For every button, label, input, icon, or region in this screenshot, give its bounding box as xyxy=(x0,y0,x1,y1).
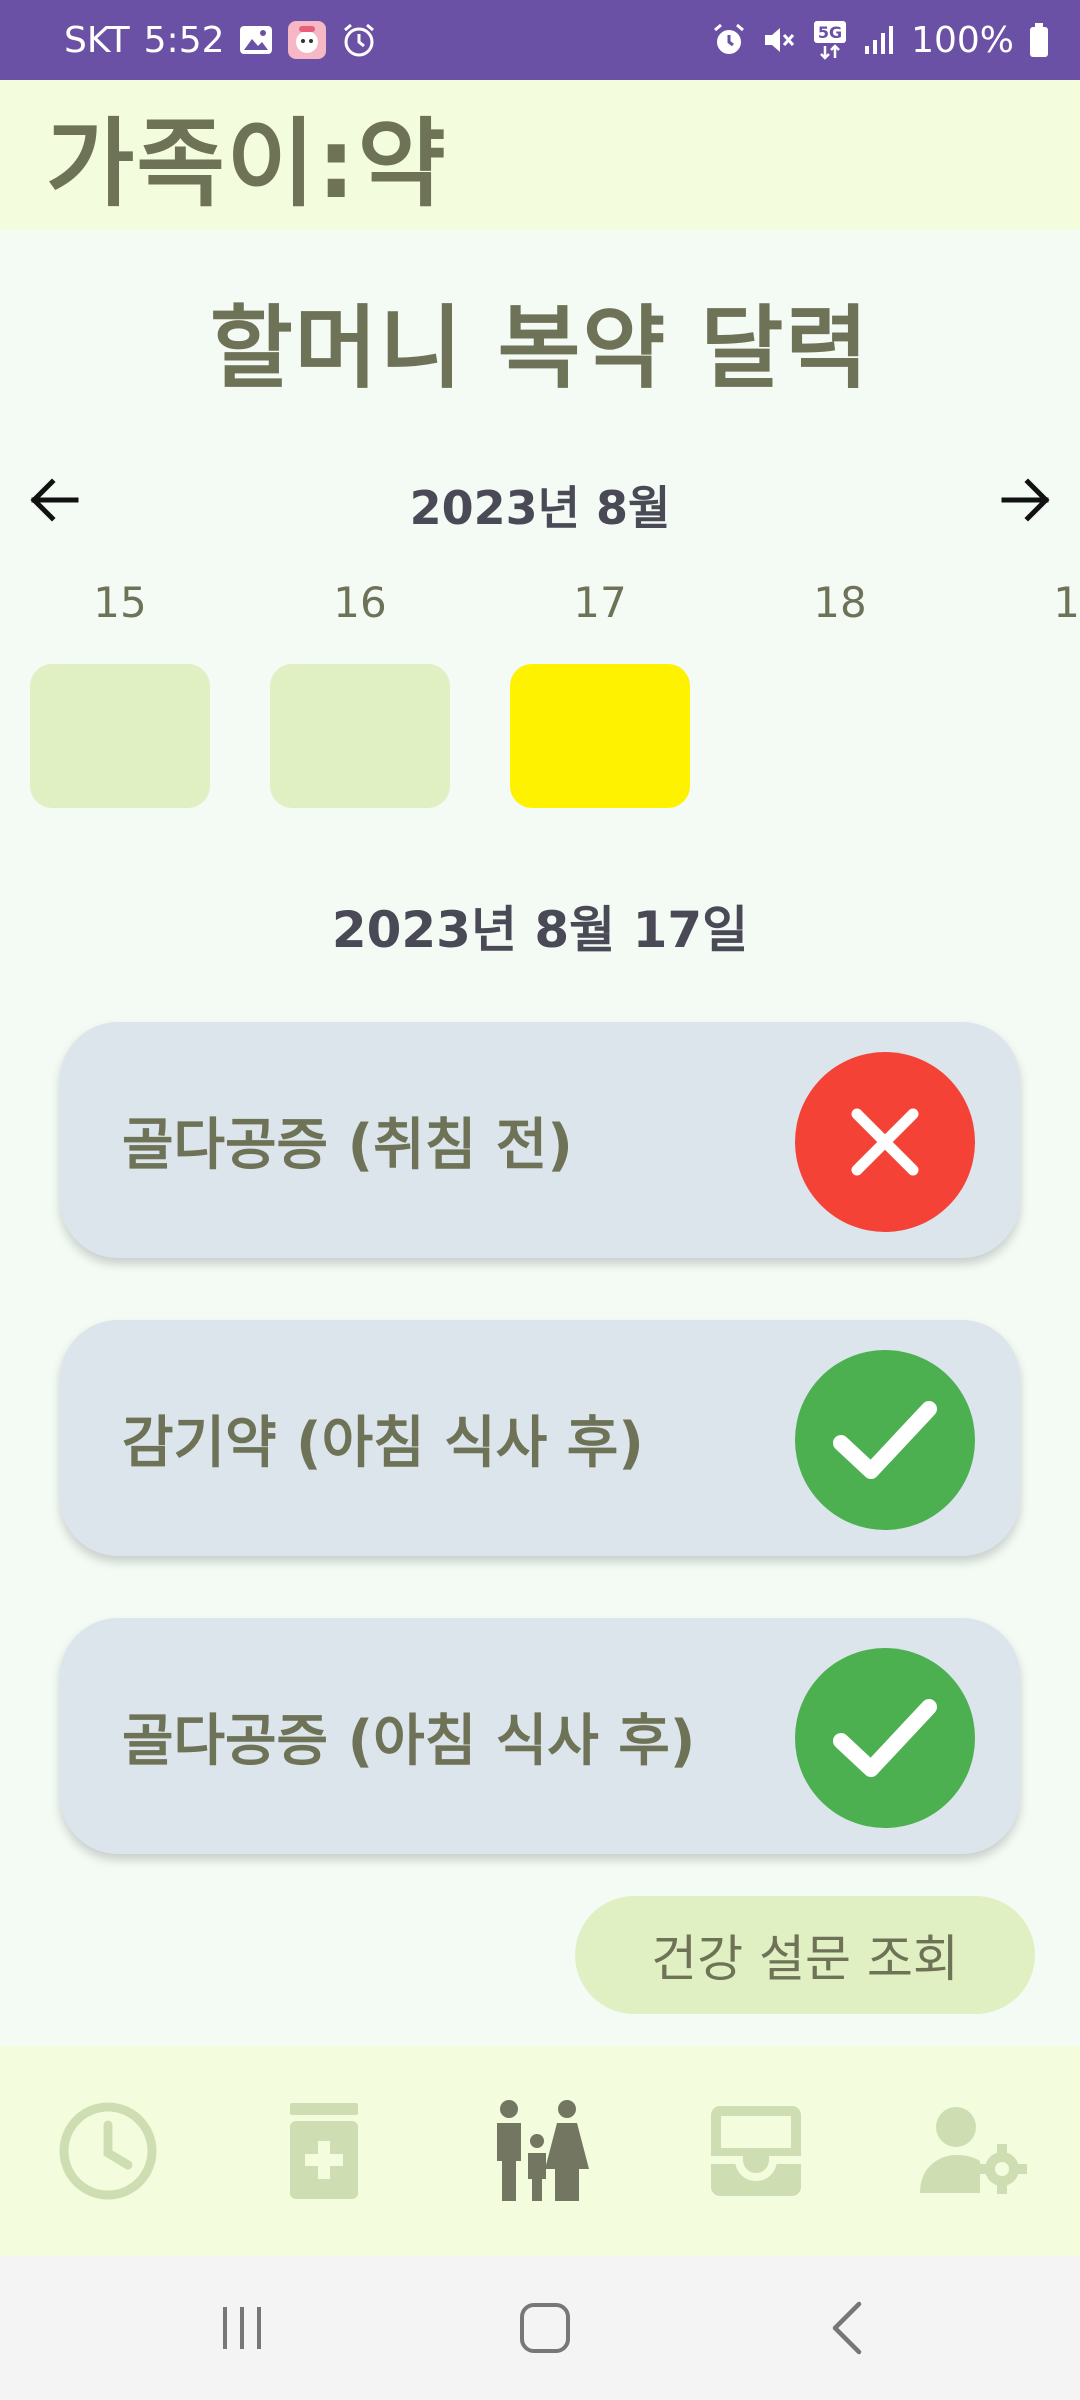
gallery-icon xyxy=(239,25,273,55)
alarm-icon xyxy=(711,22,747,58)
day-number: 17 xyxy=(573,578,627,627)
home-icon xyxy=(520,2303,570,2353)
status-left: SKT 5:52 xyxy=(64,20,377,61)
network-label: 5G xyxy=(818,23,842,42)
inbox-icon xyxy=(711,2106,801,2196)
day-number: 15 xyxy=(93,578,147,627)
day-strip: 15 16 17 18 19 xyxy=(0,570,1080,820)
status-right: 5G 100% xyxy=(711,20,1050,61)
alarm-icon xyxy=(341,22,377,58)
battery-label: 100% xyxy=(911,19,1014,61)
day-number: 18 xyxy=(813,578,867,627)
bottom-navigation xyxy=(0,2046,1080,2256)
home-button[interactable] xyxy=(505,2292,585,2364)
carrier-label: SKT xyxy=(64,19,130,61)
next-month-button[interactable] xyxy=(996,470,1056,530)
recent-apps-button[interactable] xyxy=(202,2292,282,2364)
medication-label: 골다공증 (아침 식사 후) xyxy=(122,1708,696,1774)
medication-card[interactable]: 감기약 (아침 식사 후) xyxy=(60,1320,1020,1556)
day-item[interactable]: 16 xyxy=(270,570,450,820)
system-navigation xyxy=(0,2256,1080,2400)
nav-item-schedule[interactable] xyxy=(48,2096,168,2206)
family-icon xyxy=(497,2100,589,2201)
back-icon xyxy=(832,2301,862,2355)
medication-card[interactable]: 골다공증 (아침 식사 후) xyxy=(60,1618,1020,1854)
user-settings-icon xyxy=(920,2107,1027,2194)
day-item[interactable]: 18 xyxy=(750,570,930,820)
status-bar: SKT 5:52 5G 100% xyxy=(0,0,1080,80)
day-record-box[interactable] xyxy=(270,664,450,808)
day-item[interactable]: 15 xyxy=(30,570,210,820)
mute-icon xyxy=(761,22,797,58)
app-notification-icon xyxy=(287,20,327,60)
close-icon xyxy=(851,1108,919,1176)
screen: SKT 5:52 5G 100% 가족이:약 할머니 복약 달력 2023년 8… xyxy=(0,0,1080,2400)
5g-icon: 5G xyxy=(811,20,849,60)
day-record-box-selected[interactable] xyxy=(510,664,690,808)
nav-item-inbox[interactable] xyxy=(696,2096,816,2206)
time-label: 5:52 xyxy=(143,19,225,61)
day-item[interactable]: 19 xyxy=(990,570,1080,820)
day-number: 19 xyxy=(1053,578,1080,627)
nav-item-family[interactable] xyxy=(480,2096,600,2206)
selected-date: 2023년 8월 17일 xyxy=(331,901,749,959)
app-title: 가족이:약 xyxy=(46,107,448,220)
status-taken-button[interactable] xyxy=(795,1648,975,1828)
day-item-selected[interactable]: 17 xyxy=(510,570,690,820)
month-navigation: 2023년 8월 xyxy=(0,460,1080,540)
page-title: 할머니 복약 달력 xyxy=(209,296,871,401)
nav-item-settings[interactable] xyxy=(912,2096,1032,2206)
back-button[interactable] xyxy=(808,2292,888,2364)
signal-icon xyxy=(863,24,897,56)
medication-label: 감기약 (아침 식사 후) xyxy=(122,1410,644,1476)
app-bar: 가족이:약 xyxy=(0,80,1080,230)
medicine-icon xyxy=(290,2103,358,2199)
nav-item-medicine[interactable] xyxy=(264,2096,384,2206)
day-number: 16 xyxy=(333,578,387,627)
check-icon xyxy=(833,1699,937,1777)
check-icon xyxy=(833,1401,937,1479)
arrow-right-icon xyxy=(1001,478,1050,522)
clock-icon xyxy=(59,2102,157,2200)
month-label: 2023년 8월 xyxy=(409,481,671,535)
medication-label: 골다공증 (취침 전) xyxy=(122,1112,573,1178)
health-survey-button[interactable]: 건강 설문 조회 xyxy=(575,1896,1035,2014)
day-record-box[interactable] xyxy=(30,664,210,808)
battery-icon xyxy=(1028,22,1050,58)
medication-card[interactable]: 골다공증 (취침 전) xyxy=(60,1022,1020,1258)
status-missed-button[interactable] xyxy=(795,1052,975,1232)
recent-apps-icon xyxy=(223,2307,261,2349)
status-taken-button[interactable] xyxy=(795,1350,975,1530)
